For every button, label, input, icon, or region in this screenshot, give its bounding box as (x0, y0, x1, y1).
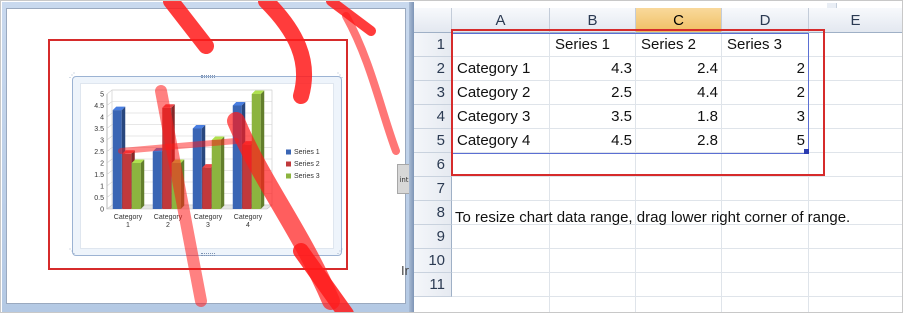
gridline (452, 248, 902, 249)
row-header-11[interactable]: 11 (414, 273, 452, 297)
row-header-7[interactable]: 7 (414, 177, 452, 201)
gridline (452, 200, 902, 201)
row-header-8[interactable]: 8 (414, 201, 452, 225)
row-header-9[interactable]: 9 (414, 225, 452, 249)
row-header-6[interactable]: 6 (414, 153, 452, 177)
side-text-fragment: Ir (401, 263, 409, 278)
excel-sheet: 678910111213141516 ABCDE 1234567891011 S… (414, 2, 902, 312)
row-header-2[interactable]: 2 (414, 57, 452, 81)
screenshot-root: ⋰ ⋱ ⋱ ⋰ 5 4.5 4 3.5 3 2.5 2 1.5 1 0.5 0 Category 1 Ca… (0, 0, 903, 313)
resize-instruction-cell[interactable]: To resize chart data range, drag lower r… (455, 206, 850, 230)
gridline (452, 176, 902, 177)
gridline (452, 272, 902, 273)
row-header-4[interactable]: 4 (414, 105, 452, 129)
row-header-3[interactable]: 3 (414, 81, 452, 105)
row-header-10[interactable]: 10 (414, 249, 452, 273)
row-header-5[interactable]: 5 (414, 129, 452, 153)
slide-editor-pane: ⋰ ⋱ ⋱ ⋰ 5 4.5 4 3.5 3 2.5 2 1.5 1 0.5 0 Category 1 Ca… (2, 2, 409, 312)
side-tab-label: int (399, 176, 409, 184)
slide-highlight-box (48, 39, 348, 270)
gridline (452, 296, 902, 297)
row-header-1[interactable]: 1 (414, 33, 452, 57)
sheet-highlight-box (451, 29, 825, 176)
